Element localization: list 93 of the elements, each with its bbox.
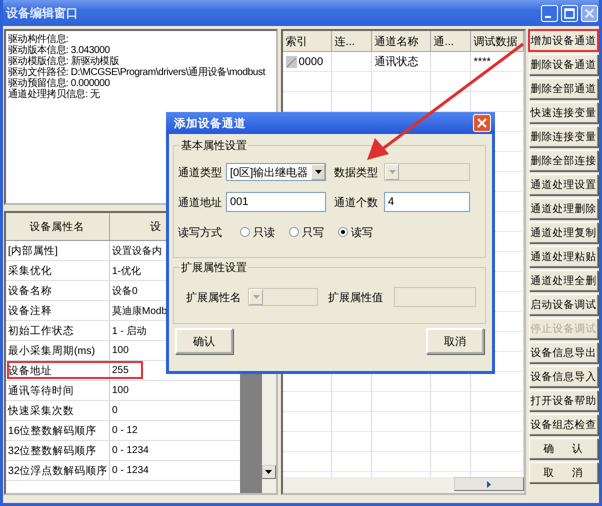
field-label: 通道个数 bbox=[334, 196, 379, 210]
table-cell: [内部属性] bbox=[6, 241, 110, 260]
scrollbar[interactable] bbox=[282, 477, 524, 493]
action-button[interactable]: 通道处理粘贴 bbox=[528, 246, 598, 267]
column-header[interactable]: 索引 bbox=[282, 31, 332, 51]
table-cell-text: 0 bbox=[111, 404, 119, 418]
column-header[interactable]: 设备属性名 bbox=[6, 213, 110, 240]
right-arrow-icon bbox=[486, 481, 491, 488]
channel-address-field[interactable]: 001 bbox=[226, 192, 326, 212]
scroll-right-button[interactable] bbox=[454, 477, 524, 491]
action-button[interactable]: 设备信息导入 bbox=[528, 366, 598, 387]
minimize-button[interactable] bbox=[541, 4, 558, 22]
driver-info-line: 驱动构件信息: bbox=[8, 34, 70, 45]
action-button[interactable]: 通道处理删除 bbox=[528, 198, 598, 219]
action-button[interactable]: 打开设备帮助 bbox=[528, 390, 598, 411]
driver-info-line: 驱动模版信息: 新驱动模版 bbox=[8, 56, 120, 67]
field-label: 通道类型 bbox=[178, 166, 223, 180]
column-header[interactable]: 连... bbox=[332, 31, 372, 51]
dialog-button[interactable]: 取消 bbox=[426, 328, 484, 354]
column-header[interactable]: 调试数据 bbox=[470, 31, 524, 51]
table-cell: 通讯等待时间 bbox=[6, 381, 110, 400]
table-cell: 32位浮点数解码顺序 bbox=[6, 461, 110, 480]
column-header[interactable]: 设 bbox=[110, 213, 164, 240]
column-header[interactable]: 通道名称 bbox=[372, 31, 431, 51]
table-cell-text: 0 - 12 bbox=[111, 424, 139, 438]
table-cell: 设备名称 bbox=[6, 281, 110, 300]
table-cell-text: 255 bbox=[111, 364, 130, 378]
close-button[interactable] bbox=[581, 4, 598, 22]
column-header[interactable]: 通... bbox=[430, 31, 471, 51]
field-label: 数据类型 bbox=[334, 166, 379, 180]
group-title: 扩展属性设置 bbox=[180, 260, 248, 275]
action-button[interactable]: 取 消 bbox=[528, 462, 598, 483]
dialog-title: 添加设备通道 bbox=[174, 116, 246, 130]
channel-type-dropdown[interactable]: [0区]输出继电器 bbox=[226, 163, 326, 181]
driver-info-line: 驱动版本信息: 3.043000 bbox=[8, 45, 111, 56]
dropdown-arrow-icon bbox=[314, 170, 322, 174]
table-cell-text: 设置设备内 bbox=[111, 244, 163, 258]
action-button[interactable]: 通道处理全删 bbox=[528, 270, 598, 291]
table-cell: 初始工作状态 bbox=[6, 321, 110, 340]
action-button[interactable]: 设备信息导出 bbox=[528, 342, 598, 363]
maximize-button[interactable] bbox=[561, 4, 578, 22]
table-cell: 快速采集次数 bbox=[6, 401, 110, 420]
table-cell: 16位整数解码顺序 bbox=[6, 421, 110, 440]
table-cell: 设备注释 bbox=[6, 301, 110, 320]
action-button[interactable]: 通道处理设置 bbox=[528, 174, 598, 195]
action-button[interactable]: 确 认 bbox=[528, 438, 598, 459]
action-button[interactable]: 设备组态检查 bbox=[528, 414, 598, 435]
radio-button[interactable] bbox=[289, 227, 299, 237]
radio-button[interactable] bbox=[240, 227, 250, 237]
group-title: 基本属性设置 bbox=[180, 139, 248, 153]
table-cell-text: 1-优化 bbox=[111, 264, 142, 278]
table-cell-text: 莫迪康Modb bbox=[111, 304, 168, 318]
table-cell: 通讯状态 bbox=[372, 52, 431, 71]
table-cell: 32位整数解码顺序 bbox=[6, 441, 110, 460]
action-button[interactable]: 删除设备通道 bbox=[528, 54, 598, 75]
dropdown-arrow-icon bbox=[388, 170, 396, 174]
driver-info-line: 驱动文件路径: D:\MCGSE\Program\drivers\通用设备\modbust bbox=[8, 67, 266, 78]
radio-button[interactable] bbox=[338, 227, 348, 237]
action-button[interactable]: 删除全部连接 bbox=[528, 150, 598, 171]
table-cell: 采集优化 bbox=[6, 261, 110, 280]
table-cell: 最小采集周期(ms) bbox=[6, 341, 110, 360]
field-label: 扩展属性值 bbox=[328, 290, 384, 304]
dialog-button[interactable]: 确认 bbox=[175, 328, 233, 354]
radio-option[interactable]: 读写 bbox=[338, 224, 373, 240]
field-label: 读写方式 bbox=[178, 226, 223, 240]
table-cell: **** bbox=[470, 52, 524, 71]
table-cell: 设备地址 bbox=[6, 361, 110, 380]
action-button[interactable]: 通道处理复制 bbox=[528, 222, 598, 243]
action-button[interactable]: 删除连接变量 bbox=[528, 126, 598, 147]
driver-info-line: 驱动预留信息: 0.000000 bbox=[8, 78, 111, 89]
table-cell-text: 0 - 1234 bbox=[111, 444, 150, 458]
action-button[interactable]: 启动设备调试 bbox=[528, 294, 598, 315]
driver-info-line: 通道处理拷贝信息: 无 bbox=[8, 89, 101, 100]
close-button[interactable] bbox=[473, 114, 491, 132]
table-cell-text: 100 bbox=[111, 344, 130, 358]
channel-count-field[interactable]: 4 bbox=[384, 192, 470, 212]
action-button[interactable]: 增加设备通道 bbox=[528, 30, 598, 51]
table-cell: 0000 bbox=[298, 56, 324, 68]
field-label: 通道地址 bbox=[178, 196, 223, 210]
window-title: 设备编辑窗口 bbox=[6, 4, 78, 22]
down-arrow-icon bbox=[265, 470, 272, 474]
dropdown-arrow-icon bbox=[252, 295, 260, 299]
scroll-down-button[interactable] bbox=[262, 465, 276, 479]
radio-option[interactable]: 只读 bbox=[240, 224, 275, 240]
field-label: 扩展属性名 bbox=[186, 290, 242, 304]
action-button[interactable]: 快速连接变量 bbox=[528, 102, 598, 123]
radio-option[interactable]: 只写 bbox=[289, 224, 324, 240]
table-cell-text: 1 - 启动 bbox=[111, 324, 148, 338]
row-icon bbox=[286, 56, 297, 68]
table-cell-text: 0 - 1234 bbox=[111, 464, 150, 478]
table-cell-text: 设备0 bbox=[111, 284, 139, 298]
table-cell-text: 100 bbox=[111, 384, 130, 398]
action-button[interactable]: 删除全部通道 bbox=[528, 78, 598, 99]
